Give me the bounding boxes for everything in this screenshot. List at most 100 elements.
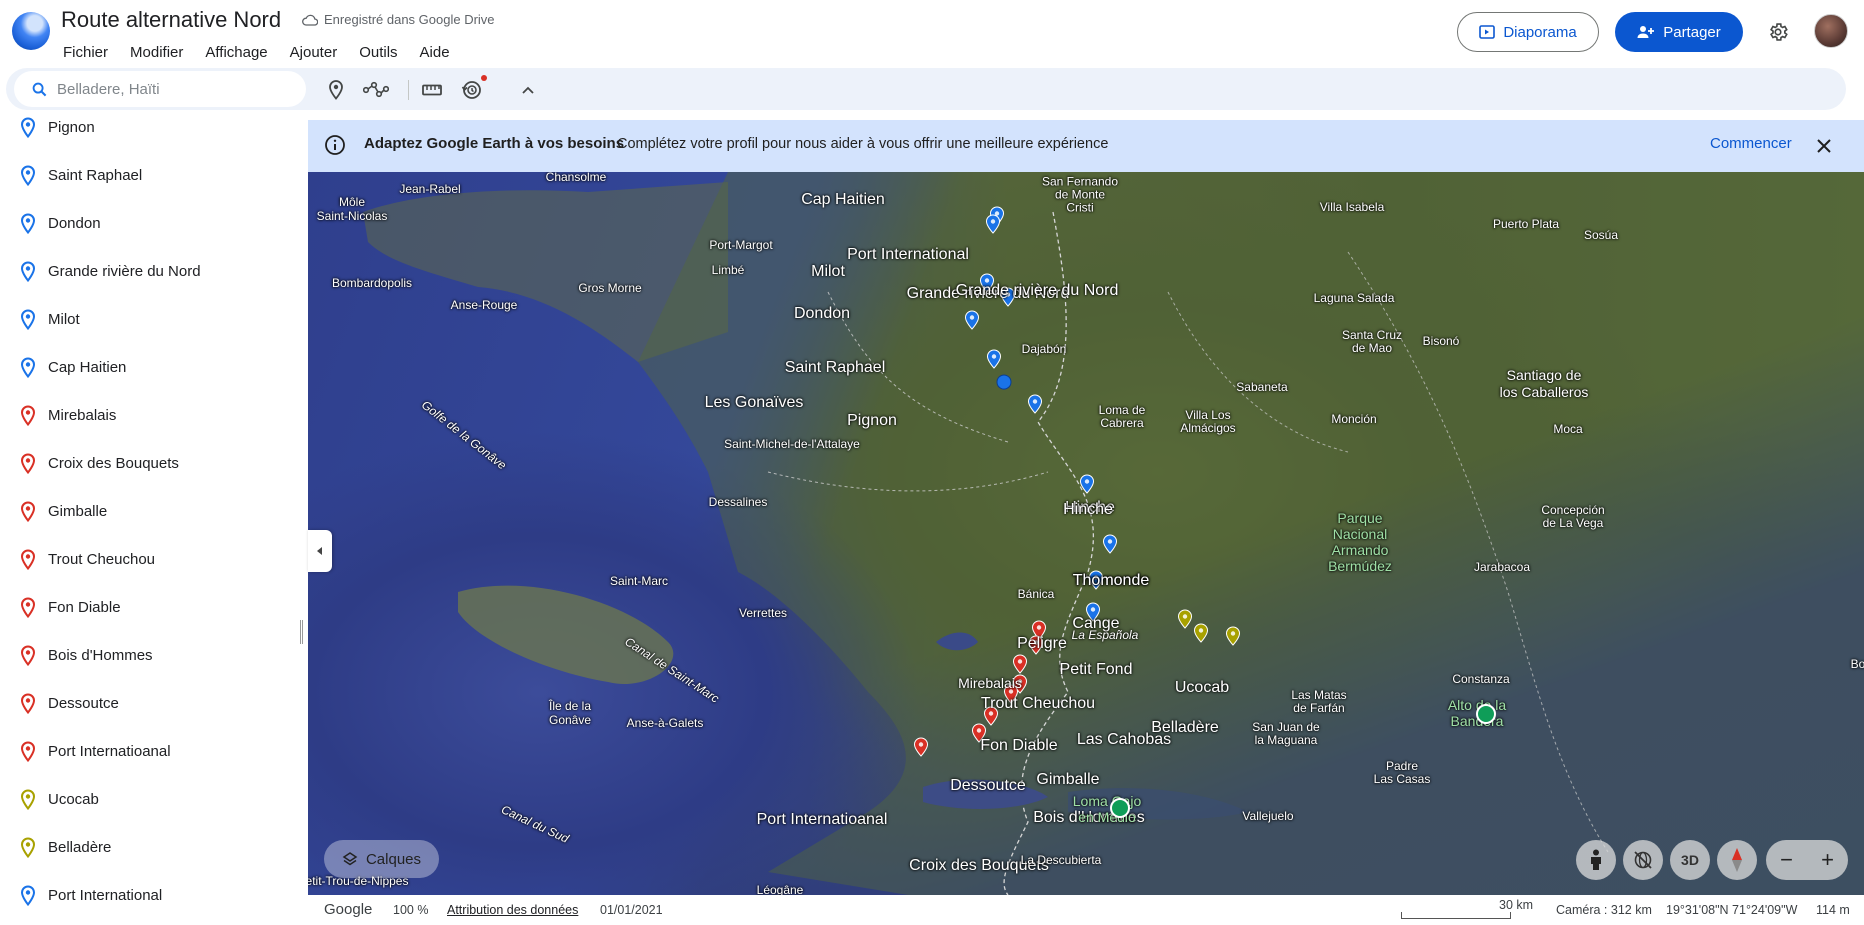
sidebar-item-label: Croix des Bouquets — [48, 454, 179, 472]
sidebar-item[interactable]: Cap Haitien — [0, 343, 308, 391]
label-gros-morne: Gros Morne — [578, 281, 642, 295]
zoom-out-button[interactable]: − — [1780, 847, 1793, 873]
label-laguna-salada: Laguna Salada — [1313, 291, 1395, 305]
label-petit-fond: Petit Fond — [1059, 661, 1133, 678]
sidebar-item-label: Mirebalais — [48, 406, 117, 424]
map-pin-icon[interactable] — [1225, 626, 1241, 646]
label-dessalines: Dessalines — [708, 495, 768, 509]
sidebar-item[interactable]: Dessoutce — [0, 679, 308, 727]
sidebar-item[interactable]: Ucocab — [0, 775, 308, 823]
park-marker-alto-bandera-icon[interactable] — [1476, 704, 1496, 724]
label-bisono: Bisonó — [1422, 334, 1460, 348]
avatar[interactable] — [1814, 14, 1848, 48]
label-banica: Bánica — [1017, 587, 1055, 601]
label-chansolme: Chansolme — [545, 172, 607, 184]
slideshow-button[interactable]: Diaporama — [1457, 12, 1599, 52]
reset-tilt-button[interactable] — [1623, 840, 1663, 880]
menu-modifier[interactable]: Modifier — [119, 41, 194, 64]
banner-start-link[interactable]: Commencer — [1710, 135, 1792, 152]
search-input[interactable] — [57, 80, 277, 98]
zoom-controls: − + — [1766, 840, 1848, 880]
camera-altitude: Caméra : 312 km — [1556, 903, 1652, 917]
map-pin-icon[interactable] — [1102, 534, 1118, 554]
notification-dot — [481, 75, 487, 81]
label-anse-galets: Anse-à-Galets — [626, 716, 704, 730]
menu-bar: Fichier Modifier Affichage Ajouter Outil… — [52, 41, 461, 64]
label-port-margot: Port-Margot — [709, 238, 773, 252]
elevation: 114 m — [1816, 903, 1850, 917]
menu-aide[interactable]: Aide — [409, 41, 461, 64]
sidebar-item-label: Port Internatioanal — [48, 742, 171, 760]
street-view-button[interactable] — [1576, 840, 1616, 880]
settings-button[interactable] — [1764, 18, 1792, 46]
label-dajabon: Dajabón — [1021, 342, 1067, 356]
sidebar-item-label: Ucocab — [48, 790, 99, 808]
measure-button[interactable] — [418, 76, 446, 104]
profile-banner: Adaptez Google Earth à vos besoins Compl… — [308, 120, 1864, 172]
sidebar-item[interactable]: Pignon — [0, 112, 308, 151]
sidebar-item[interactable]: Belladère — [0, 823, 308, 871]
banner-close-button[interactable] — [1812, 134, 1836, 158]
sidebar-item[interactable]: Gimballe — [0, 487, 308, 535]
sidebar-item[interactable]: Port Internatioanal — [0, 727, 308, 775]
google-earth-logo-icon[interactable] — [12, 12, 50, 50]
placemark-icon — [20, 789, 36, 810]
sidebar-item[interactable]: Mirebalais — [0, 391, 308, 439]
sidebar-item-label: Belladère — [48, 838, 112, 856]
status-bar: Google 100 % Attribution des données 01/… — [308, 895, 1864, 925]
map-pin-icon[interactable] — [986, 349, 1002, 369]
gonave-island — [458, 585, 674, 684]
label-san-fernando: San Fernando de Monte Cristi — [1041, 174, 1119, 215]
menu-affichage[interactable]: Affichage — [194, 41, 278, 64]
placemark-icon — [20, 885, 36, 906]
drive-status-text: Enregistré dans Google Drive — [324, 12, 495, 27]
map-pin-icon[interactable] — [913, 737, 929, 757]
label-grande-riviere-2: Grande rivière du Nord — [955, 282, 1119, 299]
search-box[interactable] — [14, 71, 306, 107]
sidebar-item[interactable]: Trout Cheuchou — [0, 535, 308, 583]
add-placemark-button[interactable] — [322, 76, 350, 104]
sidebar-item[interactable]: Dondon — [0, 199, 308, 247]
sidebar-item[interactable]: Fon Diable — [0, 583, 308, 631]
label-san-juan: San Juan de la Maguana — [1252, 720, 1320, 747]
sidebar-item[interactable]: Bois d'Hommes — [0, 631, 308, 679]
sidebar-item[interactable]: Port International — [0, 871, 308, 919]
top-bar: Route alternative Nord Enregistré dans G… — [0, 0, 1864, 68]
project-title[interactable]: Route alternative Nord — [61, 7, 281, 33]
label-sabaneta: Sabaneta — [1236, 380, 1288, 394]
resize-handle[interactable] — [300, 620, 303, 644]
park-marker-loma-gajo-icon[interactable] — [1110, 798, 1130, 818]
collapse-sidebar-button[interactable] — [308, 530, 332, 572]
placemark-icon — [20, 501, 36, 522]
sidebar-item[interactable]: Grande rivière du Nord — [0, 247, 308, 295]
collapse-toolbar-button[interactable] — [514, 76, 542, 104]
layers-button[interactable]: Calques — [324, 840, 439, 878]
map-pin-icon[interactable] — [1027, 394, 1043, 414]
add-person-icon — [1637, 26, 1655, 38]
label-loma-cabrera: Loma de Cabrera — [1098, 403, 1146, 430]
menu-outils[interactable]: Outils — [348, 41, 408, 64]
map-pin-icon[interactable] — [985, 214, 1001, 234]
map-pin-icon[interactable] — [1193, 623, 1209, 643]
sidebar-item[interactable]: Milot — [0, 295, 308, 343]
menu-ajouter[interactable]: Ajouter — [279, 41, 349, 64]
share-button[interactable]: Partager — [1615, 12, 1743, 52]
zoom-in-button[interactable]: + — [1821, 847, 1834, 873]
label-limbe: Limbé — [711, 263, 745, 277]
data-attribution-link[interactable]: Attribution des données — [447, 903, 578, 917]
menu-fichier[interactable]: Fichier — [52, 41, 119, 64]
sidebar-item[interactable]: Croix des Bouquets — [0, 439, 308, 487]
label-fon-diable: Fon Diable — [980, 737, 1058, 754]
label-ucocab: Ucocab — [1174, 679, 1230, 696]
map-view[interactable]: Jean-Rabel Môle Saint-Nicolas Chansolme … — [308, 172, 1864, 895]
draw-path-button[interactable] — [362, 76, 390, 104]
map-pin-icon[interactable] — [1177, 609, 1193, 629]
map-pin-icon[interactable] — [1079, 474, 1095, 494]
label-moncion: Monción — [1331, 412, 1377, 426]
toggle-3d-button[interactable]: 3D — [1670, 840, 1710, 880]
sidebar-item[interactable]: Saint Raphael — [0, 151, 308, 199]
placemark-icon — [20, 165, 36, 186]
map-pin-icon[interactable] — [964, 310, 980, 330]
compass-button[interactable] — [1717, 840, 1757, 880]
map-pin-icon[interactable] — [1012, 654, 1028, 674]
